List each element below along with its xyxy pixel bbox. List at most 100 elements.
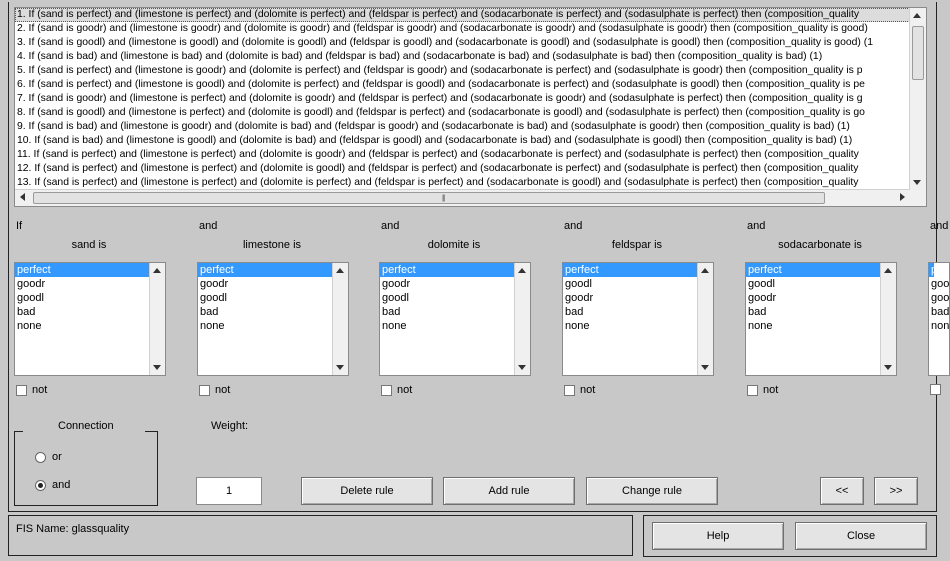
membership-option[interactable]: bad — [380, 305, 515, 319]
membership-option[interactable]: per — [929, 263, 947, 277]
membership-option[interactable]: goo — [929, 277, 949, 291]
not-checkbox[interactable]: not — [381, 384, 412, 396]
not-checkbox[interactable]: not — [564, 384, 595, 396]
weight-input[interactable]: 1 — [196, 477, 262, 505]
not-checkbox-box[interactable] — [747, 384, 758, 396]
previous-button[interactable]: << — [820, 477, 864, 505]
rules-horizontal-thumb[interactable]: ||| — [33, 192, 825, 204]
listbox-scrollbar[interactable] — [332, 263, 348, 375]
radio-and[interactable]: and — [35, 479, 70, 491]
rule-row[interactable]: 12. If (sand is perfect) and (limestone … — [15, 162, 910, 176]
membership-option[interactable]: goodl — [198, 291, 333, 305]
membership-option[interactable]: perfect — [380, 263, 515, 277]
scroll-down-icon[interactable] — [913, 180, 921, 185]
scroll-down-icon[interactable] — [884, 365, 892, 370]
rules-list[interactable]: 1. If (sand is perfect) and (limestone i… — [15, 8, 910, 190]
not-checkbox[interactable] — [930, 384, 946, 395]
scroll-down-icon[interactable] — [153, 365, 161, 370]
not-checkbox-box[interactable] — [564, 384, 575, 396]
membership-option[interactable]: bad — [929, 305, 949, 319]
scroll-up-icon[interactable] — [913, 13, 921, 18]
scroll-up-icon[interactable] — [153, 268, 161, 273]
membership-listbox[interactable]: perfect goodr goodl bad none — [197, 262, 349, 376]
membership-option[interactable]: goo — [929, 291, 949, 305]
membership-option[interactable]: perfect — [198, 263, 333, 277]
membership-option[interactable]: none — [563, 319, 698, 333]
rule-row[interactable]: 7. If (sand is goodr) and (limestone is … — [15, 92, 910, 106]
membership-option[interactable]: non — [929, 319, 949, 333]
scroll-left-icon[interactable] — [20, 193, 25, 201]
listbox-scrollbar[interactable] — [697, 263, 713, 375]
rule-row[interactable]: 8. If (sand is goodl) and (limestone is … — [15, 106, 910, 120]
rule-row[interactable]: 1. If (sand is perfect) and (limestone i… — [15, 8, 910, 22]
radio-or[interactable]: or — [35, 451, 62, 463]
rule-row[interactable]: 4. If (sand is bad) and (limestone is ba… — [15, 50, 910, 64]
membership-option[interactable]: none — [380, 319, 515, 333]
membership-option[interactable]: goodr — [746, 291, 881, 305]
membership-option[interactable]: goodr — [198, 277, 333, 291]
not-checkbox[interactable]: not — [199, 384, 230, 396]
scroll-up-icon[interactable] — [518, 268, 526, 273]
rule-row[interactable]: 3. If (sand is goodl) and (limestone is … — [15, 36, 910, 50]
membership-option[interactable]: bad — [746, 305, 881, 319]
radio-and-button[interactable] — [35, 479, 46, 491]
rule-row[interactable]: 5. If (sand is perfect) and (limestone i… — [15, 64, 910, 78]
scroll-down-icon[interactable] — [336, 365, 344, 370]
membership-option[interactable]: bad — [198, 305, 333, 319]
rule-row[interactable]: 9. If (sand is bad) and (limestone is go… — [15, 120, 910, 134]
membership-option[interactable]: goodl — [746, 277, 881, 291]
membership-option[interactable]: none — [15, 319, 150, 333]
not-checkbox-box[interactable] — [930, 384, 941, 395]
rules-horizontal-scrollbar[interactable]: ||| — [15, 189, 910, 206]
membership-listbox[interactable]: perfect goodr goodl bad none — [379, 262, 531, 376]
delete-rule-button[interactable]: Delete rule — [301, 477, 433, 505]
membership-option[interactable]: goodl — [563, 277, 698, 291]
change-rule-button[interactable]: Change rule — [586, 477, 718, 505]
membership-option[interactable]: perfect — [15, 263, 150, 277]
membership-option[interactable]: perfect — [563, 263, 698, 277]
rule-row[interactable]: 6. If (sand is perfect) and (limestone i… — [15, 78, 910, 92]
close-button[interactable]: Close — [795, 522, 927, 550]
membership-option[interactable]: perfect — [746, 263, 881, 277]
membership-listbox[interactable]: perfect goodl goodr bad none — [562, 262, 714, 376]
help-button[interactable]: Help — [652, 522, 784, 550]
membership-option[interactable]: goodr — [15, 277, 150, 291]
rules-listbox[interactable]: 1. If (sand is perfect) and (limestone i… — [14, 7, 927, 207]
membership-option[interactable]: goodr — [563, 291, 698, 305]
not-checkbox-box[interactable] — [199, 384, 210, 396]
membership-option[interactable]: none — [198, 319, 333, 333]
scroll-down-icon[interactable] — [701, 365, 709, 370]
not-checkbox[interactable]: not — [747, 384, 778, 396]
next-button[interactable]: >> — [874, 477, 918, 505]
fis-name-text: FIS Name: glassquality — [16, 523, 130, 535]
membership-option[interactable]: goodl — [380, 291, 515, 305]
radio-or-button[interactable] — [35, 451, 46, 463]
add-rule-button[interactable]: Add rule — [443, 477, 575, 505]
membership-option[interactable]: goodr — [380, 277, 515, 291]
membership-option[interactable]: bad — [15, 305, 150, 319]
scroll-up-icon[interactable] — [884, 268, 892, 273]
listbox-scrollbar[interactable] — [880, 263, 896, 375]
membership-listbox[interactable]: per goo goo bad non — [928, 262, 950, 376]
membership-option[interactable]: goodl — [15, 291, 150, 305]
membership-listbox[interactable]: perfect goodr goodl bad none — [14, 262, 166, 376]
listbox-scrollbar[interactable] — [514, 263, 530, 375]
weight-label: Weight: — [211, 420, 249, 432]
membership-option[interactable]: bad — [563, 305, 698, 319]
rule-row[interactable]: 10. If (sand is bad) and (limestone is g… — [15, 134, 910, 148]
membership-listbox[interactable]: perfect goodl goodr bad none — [745, 262, 897, 376]
rule-row[interactable]: 2. If (sand is goodr) and (limestone is … — [15, 22, 910, 36]
not-checkbox-box[interactable] — [16, 384, 27, 396]
rule-row[interactable]: 11. If (sand is perfect) and (limestone … — [15, 148, 910, 162]
rules-vertical-scrollbar[interactable] — [909, 8, 926, 190]
scroll-right-icon[interactable] — [900, 193, 905, 201]
scroll-up-icon[interactable] — [336, 268, 344, 273]
scroll-down-icon[interactable] — [518, 365, 526, 370]
rules-vertical-thumb[interactable] — [912, 26, 924, 80]
rule-row[interactable]: 13. If (sand is perfect) and (limestone … — [15, 176, 910, 190]
scroll-up-icon[interactable] — [701, 268, 709, 273]
not-checkbox-box[interactable] — [381, 384, 392, 396]
not-checkbox[interactable]: not — [16, 384, 47, 396]
membership-option[interactable]: none — [746, 319, 881, 333]
listbox-scrollbar[interactable] — [149, 263, 165, 375]
